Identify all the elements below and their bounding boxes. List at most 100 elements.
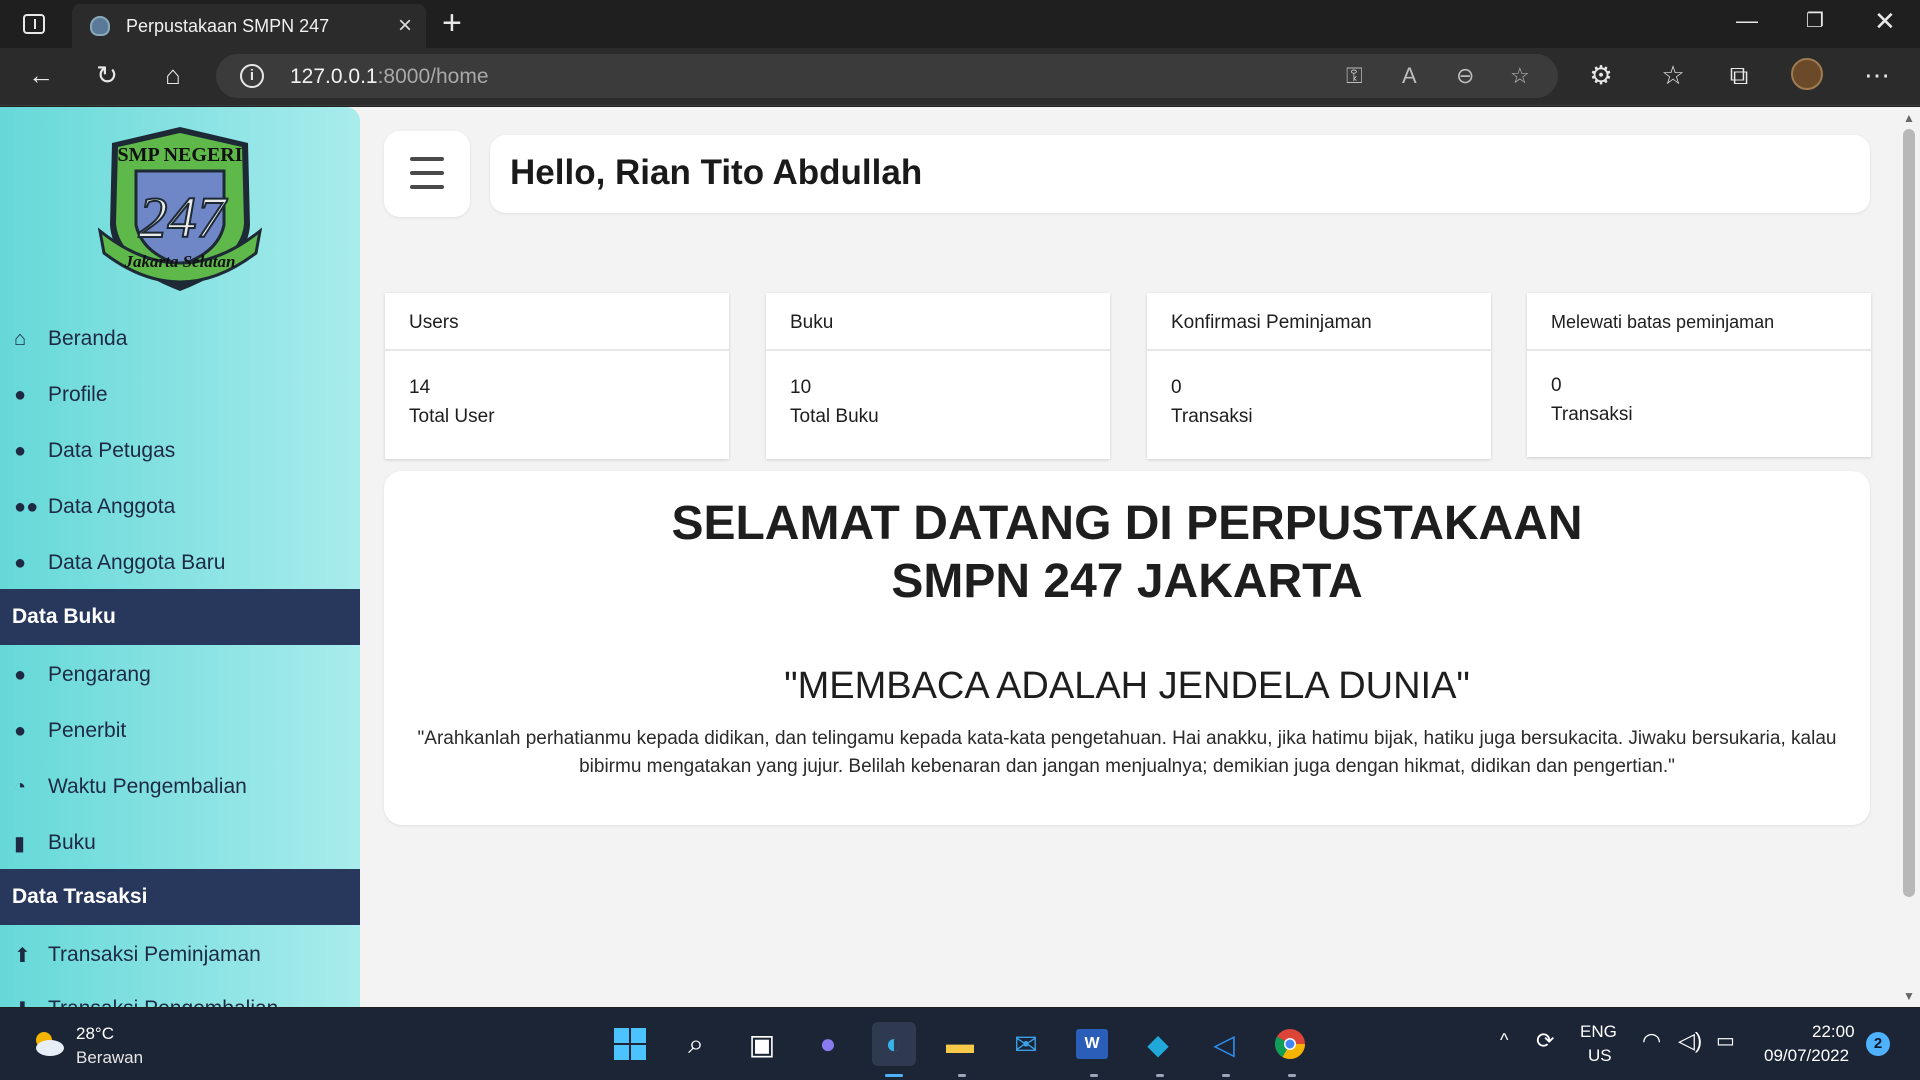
- card-label: Transaksi: [1551, 404, 1633, 425]
- restore-icon[interactable]: ❐: [1806, 8, 1824, 33]
- stat-card-konfirmasi-peminjaman: Konfirmasi Peminjaman 0 Transaksi: [1147, 293, 1491, 459]
- welcome-title-line1: SELAMAT DATANG DI PERPUSTAKAAN: [671, 497, 1583, 550]
- key-icon[interactable]: ⚿: [1346, 63, 1363, 89]
- read-aloud-icon[interactable]: A: [1402, 63, 1417, 89]
- minimize-icon[interactable]: —: [1736, 8, 1758, 34]
- sidebar-item-label: Data Anggota Baru: [48, 551, 226, 574]
- vscode-icon[interactable]: ◁: [1202, 1022, 1246, 1066]
- card-value: 10: [790, 377, 812, 398]
- battery-icon[interactable]: ▭: [1716, 1028, 1735, 1053]
- wifi-icon[interactable]: ◠: [1642, 1028, 1661, 1054]
- home-icon[interactable]: ⌂: [156, 60, 190, 91]
- file-explorer-icon[interactable]: ▬: [938, 1022, 982, 1066]
- sidebar-item-penerbit[interactable]: ● Penerbit: [0, 705, 360, 757]
- refresh-icon[interactable]: ↻: [90, 60, 124, 91]
- sidebar-item-label: Penerbit: [48, 719, 127, 742]
- sidebar-item-transaksi-pengembalian[interactable]: ⬇ Transaksi Pengembalian: [0, 983, 360, 1007]
- card-label: Total User: [409, 406, 495, 427]
- scroll-up-icon[interactable]: ▲: [1903, 111, 1915, 125]
- sidebar-item-beranda[interactable]: ⌂ Beranda: [0, 313, 360, 365]
- card-title: Melewati batas peminjaman: [1527, 293, 1871, 351]
- clock-date[interactable]: 09/07/2022: [1764, 1046, 1849, 1066]
- tab-favicon: [90, 16, 110, 36]
- language-line2[interactable]: US: [1588, 1046, 1612, 1066]
- notification-badge[interactable]: 2: [1866, 1032, 1890, 1056]
- card-value: 0: [1551, 375, 1562, 396]
- sidebar-item-pengarang[interactable]: ● Pengarang: [0, 649, 360, 701]
- card-title: Buku: [766, 293, 1110, 351]
- sync-icon[interactable]: ⟳: [1536, 1028, 1554, 1054]
- profile-avatar[interactable]: [1790, 58, 1824, 97]
- taskbar: 28°C Berawan ⌕ ▣ ● ◐ ▬ ✉ W ◆ ◁ ^ ⟳ ENG U…: [0, 1008, 1920, 1080]
- logo-top-text: SMP NEGERI: [117, 144, 242, 166]
- search-icon[interactable]: ⌕: [674, 1022, 718, 1066]
- sidebar-item-transaksi-peminjaman[interactable]: ⬆ Transaksi Peminjaman: [0, 929, 360, 981]
- school-logo: SMP NEGERI 247 Jakarta Selatan: [98, 127, 262, 291]
- volume-icon[interactable]: ◁): [1678, 1028, 1702, 1054]
- app-icon[interactable]: ◆: [1136, 1022, 1180, 1066]
- tab-close-icon[interactable]: ×: [398, 12, 412, 40]
- new-tab-icon[interactable]: +: [442, 4, 462, 43]
- start-icon[interactable]: [608, 1022, 652, 1066]
- browser-tab[interactable]: Perpustakaan SMPN 247 ×: [72, 4, 426, 48]
- sidebar-item-label: Waktu Pengembalian: [48, 775, 247, 798]
- more-icon[interactable]: ⋯: [1860, 60, 1894, 91]
- user-tie-icon: ●: [14, 439, 27, 462]
- weather-temperature[interactable]: 28°C: [76, 1024, 114, 1044]
- sidebar-item-data-anggota[interactable]: ●● Data Anggota: [0, 481, 360, 533]
- welcome-quote: "Arahkanlah perhatianmu kepada didikan, …: [417, 728, 1837, 777]
- card-label: Transaksi: [1171, 406, 1253, 427]
- zoom-out-icon[interactable]: ⊖: [1456, 63, 1474, 89]
- sidebar-item-label: Pengarang: [48, 663, 151, 686]
- sidebar-item-profile[interactable]: ● Profile: [0, 369, 360, 421]
- arrow-circle-up-icon: ⬆: [14, 944, 31, 967]
- mail-icon[interactable]: ✉: [1004, 1022, 1048, 1066]
- browser-tab-bar: Perpustakaan SMPN 247 × + — ❐ ✕: [0, 0, 1920, 48]
- sidebar-item-label: Profile: [48, 383, 108, 406]
- page-scrollbar[interactable]: ▲ ▼: [1898, 107, 1920, 1007]
- chevron-up-icon[interactable]: ^: [1500, 1030, 1508, 1051]
- sidebar-item-label: Data Anggota: [48, 495, 176, 518]
- card-title: Users: [385, 293, 729, 351]
- menu-toggle-button[interactable]: [384, 131, 470, 217]
- user-icon: ●: [14, 383, 27, 406]
- extensions-icon[interactable]: ⚙: [1584, 60, 1618, 91]
- card-value: 14: [409, 377, 431, 398]
- arrow-circle-down-icon: ⬇: [14, 997, 48, 1008]
- sidebar-item-buku[interactable]: ▮ Buku: [0, 817, 360, 869]
- clock-time[interactable]: 22:00: [1812, 1022, 1855, 1042]
- hamburger-icon: [410, 157, 444, 161]
- weather-condition[interactable]: Berawan: [76, 1048, 143, 1068]
- back-icon[interactable]: ←: [24, 60, 58, 91]
- sidebar-item-data-anggota-baru[interactable]: ● Data Anggota Baru: [0, 537, 360, 589]
- edge-icon[interactable]: ◐: [872, 1022, 916, 1066]
- address-bar[interactable]: i 127.0.0.1:8000/home ⚿ A ⊖ ☆: [216, 54, 1558, 98]
- collections-icon[interactable]: ⧉: [1722, 60, 1756, 92]
- sidebar: SMP NEGERI 247 Jakarta Selatan ⌂ Beranda…: [0, 107, 360, 1007]
- chrome-icon[interactable]: [1268, 1022, 1312, 1066]
- stat-card-melewati-batas: Melewati batas peminjaman 0 Transaksi: [1527, 293, 1871, 457]
- book-icon: ▮: [14, 832, 26, 855]
- chat-icon[interactable]: ●: [806, 1022, 850, 1066]
- close-window-icon[interactable]: ✕: [1874, 6, 1896, 37]
- sidebar-item-waktu-pengembalian[interactable]: ◔ Waktu Pengembalian: [0, 761, 360, 813]
- sidebar-item-label: Beranda: [48, 327, 128, 350]
- tab-actions-icon[interactable]: [18, 10, 50, 38]
- sidebar-item-data-petugas[interactable]: ● Data Petugas: [0, 425, 360, 477]
- welcome-title: SELAMAT DATANG DI PERPUSTAKAAN SMPN 247 …: [384, 495, 1870, 611]
- sidebar-item-label: Transaksi Pengembalian: [48, 997, 278, 1007]
- word-icon[interactable]: W: [1070, 1022, 1114, 1066]
- task-view-icon[interactable]: ▣: [740, 1022, 784, 1066]
- card-value: 0: [1171, 377, 1182, 398]
- add-favorite-icon[interactable]: ☆: [1510, 63, 1530, 89]
- sidebar-section-data-transaksi: Data Trasaksi: [0, 869, 360, 925]
- greeting-bar: Hello, Rian Tito Abdullah: [490, 135, 1870, 213]
- card-title: Konfirmasi Peminjaman: [1147, 293, 1491, 351]
- site-info-icon[interactable]: i: [240, 64, 264, 88]
- language-line1[interactable]: ENG: [1580, 1022, 1617, 1042]
- url-text[interactable]: 127.0.0.1:8000/home: [290, 65, 489, 89]
- favorites-icon[interactable]: ☆: [1656, 60, 1690, 91]
- scrollbar-thumb[interactable]: [1903, 129, 1915, 897]
- home-icon: ⌂: [14, 327, 27, 350]
- scroll-down-icon[interactable]: ▼: [1903, 989, 1915, 1003]
